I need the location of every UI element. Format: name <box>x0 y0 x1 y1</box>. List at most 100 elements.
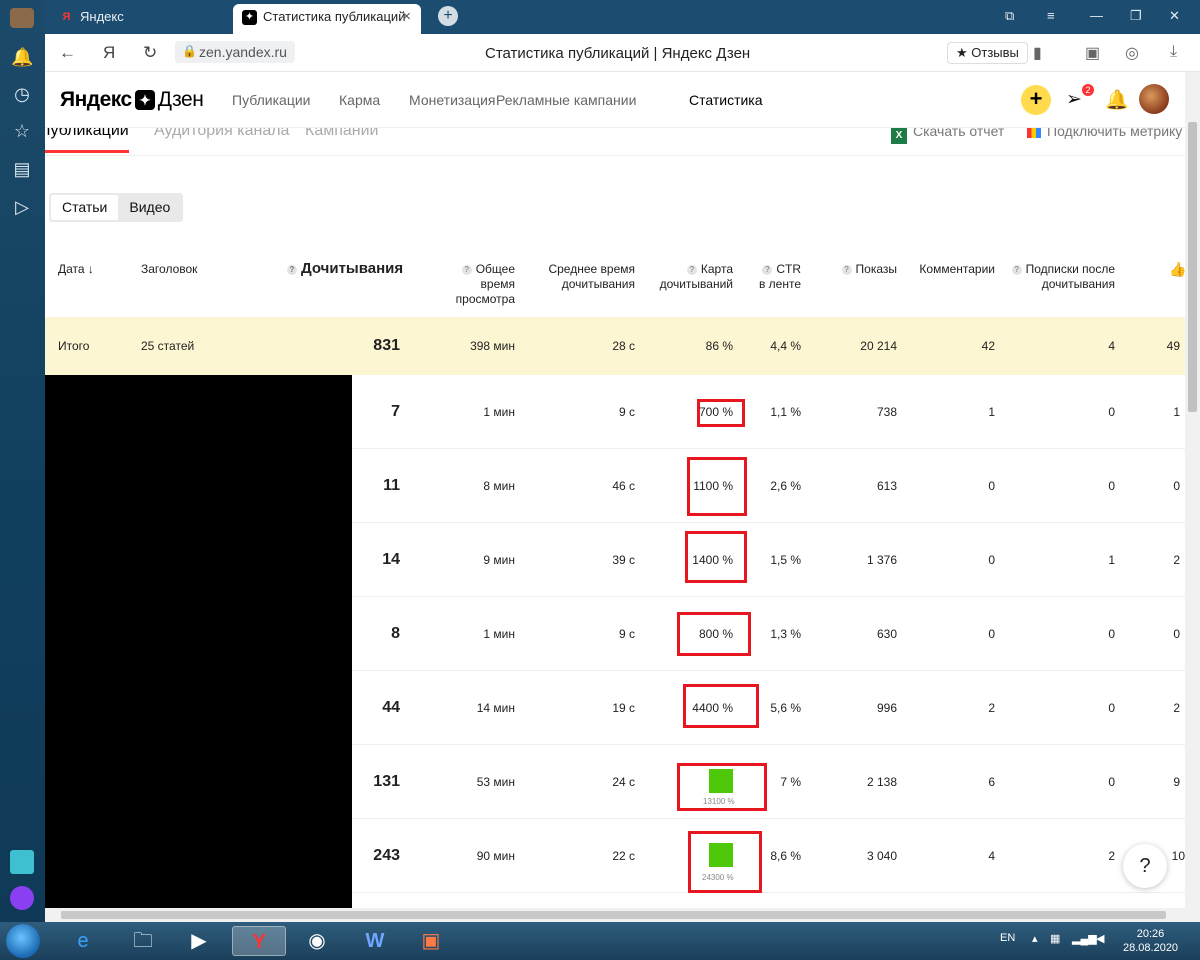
total-avg-time: 28 с <box>612 339 635 353</box>
bell-icon[interactable]: 🔔 <box>11 46 33 68</box>
signal-icon[interactable]: ▂▄▆ <box>1072 932 1097 945</box>
help-button[interactable]: ? <box>1123 844 1167 888</box>
read-map-chart[interactable] <box>709 769 733 793</box>
vertical-scrollbar[interactable] <box>1185 72 1200 908</box>
table-row[interactable]: 14 9 мин 39 с 1400 % 1,5 % 1 376 0 1 2 <box>352 523 1185 597</box>
clock-icon[interactable]: ◷ <box>11 83 33 105</box>
table-row[interactable]: 11 8 мин 46 с 1100 % 2,6 % 613 0 0 0 <box>352 449 1185 523</box>
col-total-time-l1: Общее время <box>475 262 515 291</box>
url-field[interactable]: 🔒 zen.yandex.ru <box>175 41 295 63</box>
minimize-icon[interactable]: — <box>1090 8 1103 23</box>
table-row[interactable]: 7 1 мин 9 с 700 % 1,1 % 738 1 0 1 <box>352 375 1185 449</box>
row-avg-time: 24 с <box>612 775 635 789</box>
extension-icon[interactable]: ▣ <box>1085 43 1100 63</box>
new-tab-button[interactable]: + <box>438 6 458 26</box>
col-reads-label: Дочитывания <box>301 260 404 277</box>
messenger-icon[interactable] <box>10 850 34 874</box>
segment-video[interactable]: Видео <box>118 195 181 220</box>
bell-icon[interactable]: 🔔 <box>1105 88 1129 112</box>
help-icon[interactable]: ? <box>686 265 697 275</box>
collections-icon[interactable]: ▤ <box>11 158 33 180</box>
star-icon[interactable]: ☆ <box>11 120 33 142</box>
nav-statistics[interactable]: Статистика <box>689 92 763 108</box>
help-icon[interactable]: ? <box>1011 265 1022 275</box>
reviews-button[interactable]: ★ Отзывы <box>947 42 1028 64</box>
create-button[interactable]: + <box>1021 85 1051 115</box>
horizontal-scrollbar[interactable] <box>45 908 1200 922</box>
nav-publications[interactable]: Публикации <box>232 92 310 108</box>
col-read-map[interactable]: ? Карта дочитываний <box>649 262 733 292</box>
table-row[interactable]: 131 53 мин 24 с 13100 % 7 % 2 138 6 0 9 <box>352 745 1185 819</box>
read-map-chart[interactable] <box>709 843 733 867</box>
col-title[interactable]: Заголовок <box>141 262 197 277</box>
table-row[interactable]: 8 1 мин 9 с 800 % 1,3 % 630 0 0 0 <box>352 597 1185 671</box>
alice-icon[interactable] <box>10 886 34 910</box>
connect-metrika-link[interactable]: Подключить метрику <box>1027 128 1182 139</box>
bookmark-icon[interactable]: ▮ <box>1033 43 1042 63</box>
close-tab-icon[interactable]: × <box>402 4 411 30</box>
help-icon[interactable]: ? <box>762 265 773 275</box>
explorer-icon[interactable]: 🗀 <box>116 926 170 956</box>
col-reads[interactable]: ? Дочитывания <box>287 261 403 276</box>
col-subscriptions[interactable]: ? Подписки после дочитывания <box>1005 262 1115 292</box>
close-window-icon[interactable]: ✕ <box>1169 8 1180 24</box>
nav-karma[interactable]: Карма <box>339 92 380 108</box>
scroll-thumb[interactable] <box>1188 122 1197 412</box>
lang-indicator[interactable]: EN <box>1000 932 1015 944</box>
firefox-icon[interactable]: ◉ <box>290 926 344 956</box>
yandex-browser-icon[interactable]: Y <box>232 926 286 956</box>
segment-articles[interactable]: Статьи <box>51 195 119 220</box>
col-views[interactable]: ? Показы <box>825 262 897 277</box>
row-likes: 10 <box>1171 849 1185 863</box>
col-avg-time[interactable]: Среднее время дочитывания <box>539 262 635 292</box>
subtab-publications[interactable]: Публикации <box>45 128 129 153</box>
help-icon[interactable]: ? <box>841 265 852 275</box>
send-icon[interactable]: ➢ <box>1066 88 1082 111</box>
tab-yandex[interactable]: Я Яндекс <box>50 4 230 34</box>
subtab-audience[interactable]: Аудитория канала <box>154 128 289 140</box>
row-comments: 4 <box>988 849 995 863</box>
subtab-campaigns[interactable]: Кампании <box>305 128 379 140</box>
tab-statistics[interactable]: ✦ Статистика публикаций × <box>233 4 421 34</box>
row-reads: 7 <box>391 403 400 420</box>
maximize-icon[interactable]: ❐ <box>1130 8 1142 24</box>
row-reads: 44 <box>382 699 400 716</box>
metrika-label: Подключить метрику <box>1047 128 1183 139</box>
download-label: Скачать отчет <box>913 128 1005 139</box>
profile-avatar[interactable] <box>10 8 34 28</box>
table-row[interactable]: 44 14 мин 19 с 4400 % 5,6 % 996 2 0 2 <box>352 671 1185 745</box>
col-comments[interactable]: Комментарии <box>910 262 995 277</box>
start-button[interactable] <box>6 924 40 958</box>
protect-icon[interactable]: ◎ <box>1125 43 1139 63</box>
total-read-map: 86 % <box>705 339 733 353</box>
nav-monetization[interactable]: Монетизация <box>409 92 496 108</box>
play-icon[interactable]: ▷ <box>11 196 33 218</box>
help-icon[interactable]: ? <box>461 265 472 275</box>
col-total-time[interactable]: ? Общее время просмотра <box>425 262 515 307</box>
scroll-thumb[interactable] <box>61 911 1166 919</box>
ie-icon[interactable]: e <box>56 926 110 956</box>
col-ctr[interactable]: ? CTR в ленте <box>745 262 801 292</box>
col-date[interactable]: Дата ↓ <box>58 262 94 277</box>
reload-icon[interactable]: ↻ <box>143 43 157 63</box>
clock[interactable]: 20:26 28.08.2020 <box>1123 927 1178 955</box>
nav-ad-campaigns[interactable]: Рекламные кампании <box>496 92 636 108</box>
network-icon[interactable]: ▦ <box>1050 932 1060 945</box>
media-player-icon[interactable]: ▶ <box>172 926 226 956</box>
download-icon[interactable]: ⤓ <box>1170 43 1177 61</box>
word-icon[interactable]: W <box>348 926 402 956</box>
like-icon[interactable]: 👍 <box>1169 262 1185 277</box>
table-row[interactable]: 243 90 мин 22 с 24300 % 8,6 % 3 040 4 2 … <box>352 819 1185 893</box>
presentation-icon[interactable]: ▣ <box>404 926 458 956</box>
menu-icon[interactable]: ≡ <box>1047 8 1055 23</box>
back-icon[interactable]: ← <box>59 43 76 63</box>
tray-arrow-icon[interactable]: ▴ <box>1032 932 1038 945</box>
volume-icon[interactable]: ◀ <box>1096 932 1104 945</box>
yandex-home-icon[interactable]: Я <box>103 43 115 63</box>
help-icon[interactable]: ? <box>287 265 297 275</box>
dzen-logo[interactable]: Яндекс ✦ Дзен <box>60 88 204 112</box>
avatar[interactable] <box>1139 84 1169 114</box>
download-report-link[interactable]: X Скачать отчет <box>891 128 1004 144</box>
tab-manager-icon[interactable]: ⧉ <box>1005 8 1014 24</box>
row-reads: 131 <box>373 773 400 790</box>
